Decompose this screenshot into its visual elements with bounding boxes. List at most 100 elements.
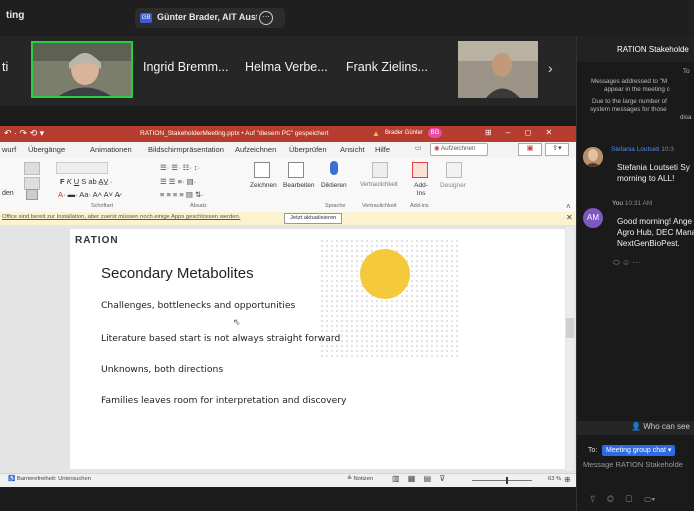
participant-video-feed <box>33 43 131 96</box>
recipient-dropdown[interactable]: Meeting group chat ▾ <box>602 445 676 456</box>
msg-1-text-2: morning to ALL! <box>617 174 675 183</box>
tab-uebergaenge[interactable]: Übergänge <box>28 145 65 154</box>
share-ppt-button[interactable]: ⇪▾ <box>545 143 569 156</box>
chat-title: RATION Stakeholde <box>617 45 689 54</box>
participant-tile-ingrid[interactable]: Ingrid Bremm... <box>143 60 228 74</box>
tab-ansicht[interactable]: Ansicht <box>340 145 365 154</box>
scrollbar-thumb[interactable] <box>566 318 574 338</box>
participant-video-4[interactable] <box>458 41 538 98</box>
tab-ueberpruefen[interactable]: Überprüfen <box>289 145 327 154</box>
chat-sys-line-1: Messages addressed to "M <box>591 78 668 85</box>
chat-sys-line-3: Due to the large number of <box>592 98 667 105</box>
share-options-icon[interactable]: ⋯ <box>259 11 273 25</box>
participant-tile-frank[interactable]: Frank Zielins... <box>346 60 428 74</box>
update-now-button[interactable]: Jetzt aktualisieren <box>284 213 343 224</box>
tab-entwurf[interactable]: wurf <box>2 145 16 154</box>
next-participants-button[interactable]: › <box>548 60 553 76</box>
group-absatz: Absatz <box>190 203 207 209</box>
font-format-buttons[interactable]: F K U S ab A̲V̲ · <box>60 177 113 186</box>
undo-redo-icons[interactable]: ↶ · ↷ ⟲ ▾ <box>4 128 44 139</box>
msg-1-text-1: Stefania Loutseti Sy <box>617 163 690 172</box>
record-button-label: ◉ Aufzeichnen <box>434 145 476 152</box>
group-addins: Add-ins <box>410 203 429 209</box>
chat-input[interactable]: Message RATION Stakeholde <box>583 460 683 469</box>
slide-bullet-1: Challenges, bottlenecks and opportunitie… <box>101 300 296 311</box>
meeting-bottom-area <box>0 487 576 511</box>
view-buttons[interactable]: ▥ ▦ ▤ ⊽ <box>392 474 445 483</box>
addins-button[interactable]: Add-Ins <box>410 182 432 198</box>
sharer-avatar: GB <box>140 13 152 23</box>
tab-animationen[interactable]: Animationen <box>90 145 132 154</box>
chat-sys-line-5: disa <box>680 114 692 121</box>
message-reaction-icons[interactable]: ⬭ ☺ ··· <box>613 258 640 268</box>
group-sprache: Sprache <box>325 203 346 209</box>
sensitivity-icon[interactable] <box>372 162 388 178</box>
present-button[interactable]: ▣ <box>518 143 542 156</box>
participant-tile-helma[interactable]: Helma Verbe... <box>245 60 328 74</box>
fit-slide-icon[interactable]: ⊕ <box>564 475 571 484</box>
chat-sys-to: To <box>683 68 690 75</box>
ppt-user-name: Brader Günter <box>385 130 424 136</box>
msg-2-sender: You 10:31 AM <box>612 200 653 207</box>
comment-icon[interactable]: ▭ <box>415 144 422 152</box>
tab-hilfe[interactable]: Hilfe <box>375 145 390 154</box>
notes-button[interactable]: ≙ Notizen <box>347 476 373 482</box>
group-vertraulichkeit: Vertraulichkeit <box>362 203 397 209</box>
chat-toolbar[interactable]: ⍢ ◎ ▢ ⬭▾ <box>590 494 655 505</box>
indent-buttons[interactable]: ☰ ☰ ≡· ▤· <box>160 177 196 186</box>
bearbeiten-button[interactable]: Bearbeiten <box>283 182 314 189</box>
section-icon[interactable] <box>26 189 38 200</box>
zoom-slider-thumb[interactable] <box>506 477 508 484</box>
mouse-cursor-icon: ⇖ <box>233 317 241 327</box>
collapse-ribbon-icon[interactable]: ˄ <box>566 202 571 211</box>
slide-bullet-3: Unknowns, both directions <box>101 364 224 375</box>
ppt-user-avatar[interactable]: BG <box>428 128 442 138</box>
vertical-scrollbar[interactable] <box>566 227 574 471</box>
msg-2-text-2: Agro Hub, DEC Mana <box>617 228 694 237</box>
zoom-level: 63 % <box>548 476 562 482</box>
participant-video-feed <box>458 41 538 98</box>
msg-2-text-3: NextGenBioPest. <box>617 239 680 248</box>
addins-icon[interactable] <box>412 162 428 178</box>
meeting-title: ting <box>6 10 25 21</box>
vertraulichkeit-button[interactable]: Vertraulichkeit <box>360 182 398 188</box>
msg-2-text-1: Good morning! Ange <box>617 217 693 226</box>
designer-button[interactable]: Designer <box>440 182 466 189</box>
participant-video-active-speaker[interactable] <box>31 41 133 98</box>
my-avatar: AM <box>583 208 603 228</box>
window-controls[interactable]: ⊞ – ◻ ✕ <box>485 128 552 137</box>
align-buttons[interactable]: ≡ ≡ ≡ ≡ ▤ ⇅· <box>160 190 204 199</box>
participant-name-partial: ti <box>2 60 9 74</box>
slide-yellow-circle <box>360 249 410 299</box>
warning-icon: ▲ <box>372 129 380 138</box>
designer-icon[interactable] <box>446 162 462 178</box>
font-color-buttons[interactable]: A· ▬· Aa· A˄ A˅ A̷ <box>58 190 120 199</box>
list-buttons[interactable]: ☰· ☰· ☷· ↕· <box>160 163 200 172</box>
layout-icon[interactable] <box>24 162 40 175</box>
ppt-file-name: RATION_StakeholderMeeting.pptx • Auf "di… <box>140 130 329 137</box>
zoom-slider[interactable] <box>472 480 532 481</box>
who-can-see[interactable]: 👤 Who can see <box>631 422 690 431</box>
slide-bullet-4: Families leaves room for interpretation … <box>101 395 347 406</box>
ration-logo: RATION <box>75 235 119 246</box>
zeichnen-button[interactable]: Zeichnen <box>250 182 277 189</box>
sharer-name: Günter Brader, AIT Austrian I... <box>157 12 257 22</box>
diktieren-button[interactable]: Diktieren <box>321 182 347 189</box>
to-label: To: <box>588 447 598 454</box>
slide-bullet-2: Literature based start is not always str… <box>101 333 341 344</box>
tab-aufzeichnen[interactable]: Aufzeichnen <box>235 145 276 154</box>
font-name-box[interactable] <box>56 162 108 174</box>
slide-title: Secondary Metabolites <box>101 265 254 282</box>
ribbon-tabs <box>0 142 576 158</box>
msg-1-sender: Stefania Loutseti 10:3 <box>611 146 674 153</box>
tab-bildschirmpraesentation[interactable]: Bildschirmpräsentation <box>148 145 224 154</box>
microphone-icon[interactable] <box>330 161 338 175</box>
group-schriftart: Schriftart <box>91 203 114 209</box>
shapes-icon[interactable] <box>254 162 270 178</box>
close-notice-icon[interactable]: ✕ <box>566 213 573 222</box>
stefania-avatar <box>583 147 603 167</box>
meeting-top-bar <box>0 0 694 36</box>
slide-canvas[interactable]: RATION Secondary Metabolites Challenges,… <box>70 229 565 469</box>
accessibility-status[interactable]: ♿ Barrierefreiheit: Untersuchen <box>8 476 91 482</box>
find-icon[interactable] <box>288 162 304 178</box>
